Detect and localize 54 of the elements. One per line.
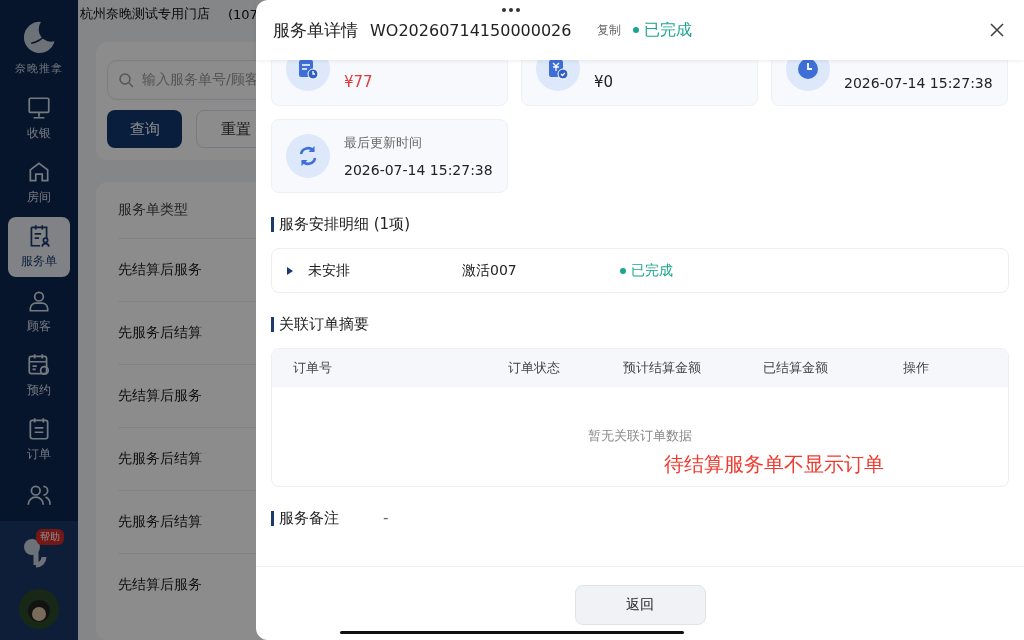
column-header: 操作 xyxy=(903,359,930,377)
schedule-row[interactable]: 未安排 激活007 已完成 xyxy=(271,248,1009,293)
section-heading: 关联订单摘要 xyxy=(271,317,1009,332)
card-label: 最后更新时间 xyxy=(344,134,423,152)
card-value: ¥0 xyxy=(594,73,614,91)
calendar-icon xyxy=(26,352,52,378)
back-button[interactable]: 返回 xyxy=(574,585,706,625)
column-header: 已结算金额 xyxy=(763,359,829,377)
expand-triangle-icon[interactable] xyxy=(286,266,294,275)
grip-dot[interactable] xyxy=(516,8,520,12)
monitor-icon xyxy=(26,94,52,121)
section-heading: 服务安排明细 (1项) xyxy=(271,217,1009,232)
copy-link[interactable]: 复制 xyxy=(597,21,622,39)
staff-name: 未安排 xyxy=(308,261,351,280)
column-header: 服务单类型 xyxy=(118,201,188,219)
store-name: 杭州奈晚测试专用门店 xyxy=(80,5,210,23)
table-cell: 先结算后服务 xyxy=(118,261,202,279)
notes-value: - xyxy=(383,511,389,526)
nav-item[interactable]: 订单 xyxy=(8,409,70,470)
table-cell: 先服务后结算 xyxy=(118,450,202,468)
nav-item[interactable]: 预约 xyxy=(8,345,70,406)
clock-icon xyxy=(796,60,820,81)
bill-check-icon xyxy=(546,60,570,81)
search-icon xyxy=(118,72,134,88)
document-icon xyxy=(26,416,52,443)
empty-message: 暂无关联订单数据 xyxy=(588,427,692,445)
column-header: 订单号 xyxy=(293,359,333,377)
nav-item[interactable]: 服务单 xyxy=(8,216,70,277)
help-badge[interactable]: 帮助 xyxy=(36,528,64,545)
grip-dot[interactable] xyxy=(509,8,513,12)
table-cell: 先服务后结算 xyxy=(118,513,202,531)
brand-name: 奈晚推拿 xyxy=(15,60,63,76)
bill-clock-icon xyxy=(296,60,320,81)
table-cell: 先结算后服务 xyxy=(118,387,202,405)
annotation-text: 待结算服务单不显示订单 xyxy=(664,451,884,478)
order-number: WO20260714150000026 xyxy=(370,20,572,40)
grip-dot[interactable] xyxy=(502,8,506,12)
nav-item[interactable]: 房间 xyxy=(8,152,70,213)
avatar-icon[interactable] xyxy=(19,588,59,629)
card-value: ¥77 xyxy=(344,73,373,91)
query-button[interactable]: 查询 xyxy=(107,110,182,148)
status-label: 已完成 xyxy=(633,19,693,41)
table-cell: 先服务后结算 xyxy=(118,324,202,342)
card-value: 2026-07-14 15:27:38 xyxy=(344,162,493,178)
section-heading: 服务备注 xyxy=(279,511,339,526)
column-header: 订单状态 xyxy=(508,359,561,377)
table-cell: 先结算后服务 xyxy=(118,576,202,594)
column-header: 预计结算金额 xyxy=(623,359,702,377)
card-value: 2026-07-14 15:27:38 xyxy=(844,75,993,91)
nav-item[interactable]: 收银 xyxy=(8,87,70,149)
nav-item[interactable]: 顾客 xyxy=(8,280,70,342)
status-label: 已完成 xyxy=(620,261,673,280)
drawer-title: 服务单详情 xyxy=(273,18,358,42)
service-name: 激活007 xyxy=(462,261,518,280)
